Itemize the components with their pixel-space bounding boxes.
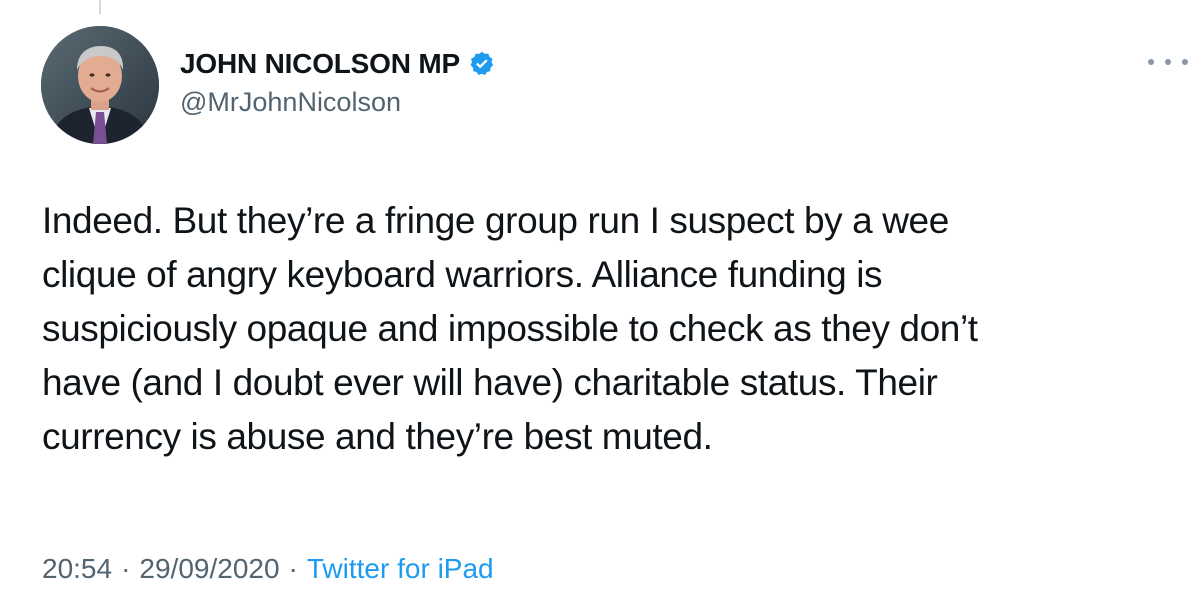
verified-badge-icon (468, 50, 496, 78)
more-options-icon[interactable] (1148, 54, 1188, 70)
tweet-date[interactable]: 29/09/2020 (139, 553, 279, 585)
tweet-text-line: Indeed. But they’re a fringe group run I… (42, 200, 949, 241)
author-handle[interactable]: @MrJohnNicolson (180, 87, 401, 118)
tweet-text: Indeed. But they’re a fringe group run I… (42, 194, 1172, 464)
meta-separator: · (288, 553, 298, 584)
profile-photo-icon (41, 26, 159, 144)
tweet-text-line: have (and I doubt ever will have) charit… (42, 362, 938, 403)
thread-connector-line (99, 0, 101, 14)
author-avatar[interactable] (41, 26, 159, 144)
tweet-time[interactable]: 20:54 (42, 553, 112, 585)
more-dot (1165, 59, 1171, 65)
author-name-row: JOHN NICOLSON MP (180, 48, 496, 80)
tweet-text-line: currency is abuse and they’re best muted… (42, 416, 713, 457)
tweet-text-line: clique of angry keyboard warriors. Allia… (42, 254, 883, 295)
tweet-source-link[interactable]: Twitter for iPad (307, 553, 494, 585)
author-display-name[interactable]: JOHN NICOLSON MP (180, 48, 460, 80)
tweet-meta: 20:54 · 29/09/2020 · Twitter for iPad (42, 553, 494, 585)
tweet-text-line: suspiciously opaque and impossible to ch… (42, 308, 978, 349)
more-dot (1148, 59, 1154, 65)
more-dot (1182, 59, 1188, 65)
meta-separator: · (121, 553, 131, 584)
